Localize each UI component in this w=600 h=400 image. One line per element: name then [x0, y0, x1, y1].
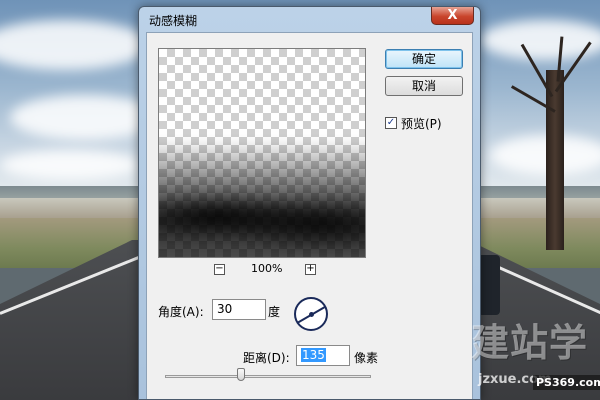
distance-unit: 像素 — [354, 351, 379, 365]
checkmark-icon: ✓ — [386, 117, 396, 128]
watermark-logo: 建站学 — [470, 321, 588, 365]
zoom-in-button[interactable]: + — [305, 264, 316, 275]
angle-unit: 度 — [268, 305, 281, 319]
dialog-title: 动感模糊 — [149, 14, 198, 28]
dialog-body: − 100% + 确定 取消 ✓ 预览(P) 角度(A): 30 度 距离(D)… — [146, 32, 473, 399]
title-bar[interactable]: 动感模糊 X — [139, 7, 480, 31]
zoom-out-button[interactable]: − — [214, 264, 225, 275]
angle-dial-center — [309, 312, 314, 317]
blurred-image-preview — [159, 139, 365, 257]
car — [478, 255, 500, 315]
motion-blur-dialog: 动感模糊 X − 100% + 确定 取消 ✓ 预览(P) 角度(A): 30 … — [138, 6, 481, 400]
zoom-level: 100% — [251, 262, 283, 275]
cancel-button[interactable]: 取消 — [385, 76, 463, 96]
preview-canvas[interactable] — [158, 48, 366, 258]
close-button[interactable]: X — [431, 7, 474, 25]
angle-input[interactable]: 30 — [212, 299, 266, 320]
angle-dial[interactable] — [294, 297, 328, 331]
watermark-badge: PS369.com — [533, 375, 600, 390]
angle-label: 角度(A): — [158, 305, 204, 319]
preview-label: 预览(P) — [401, 117, 442, 131]
distance-input[interactable]: 135 — [296, 345, 350, 366]
minus-icon: − — [215, 263, 224, 274]
plus-icon: + — [306, 263, 315, 274]
close-icon: X — [447, 8, 458, 23]
distance-value: 135 — [301, 348, 326, 362]
distance-slider-track[interactable] — [165, 375, 371, 378]
distance-label: 距离(D): — [243, 351, 290, 365]
distance-slider-thumb[interactable] — [237, 368, 245, 381]
cloud — [490, 135, 600, 175]
tree — [546, 70, 564, 250]
ok-button[interactable]: 确定 — [385, 49, 463, 69]
cloud — [0, 150, 140, 180]
preview-checkbox[interactable]: ✓ — [385, 117, 397, 129]
angle-value: 30 — [217, 302, 233, 316]
